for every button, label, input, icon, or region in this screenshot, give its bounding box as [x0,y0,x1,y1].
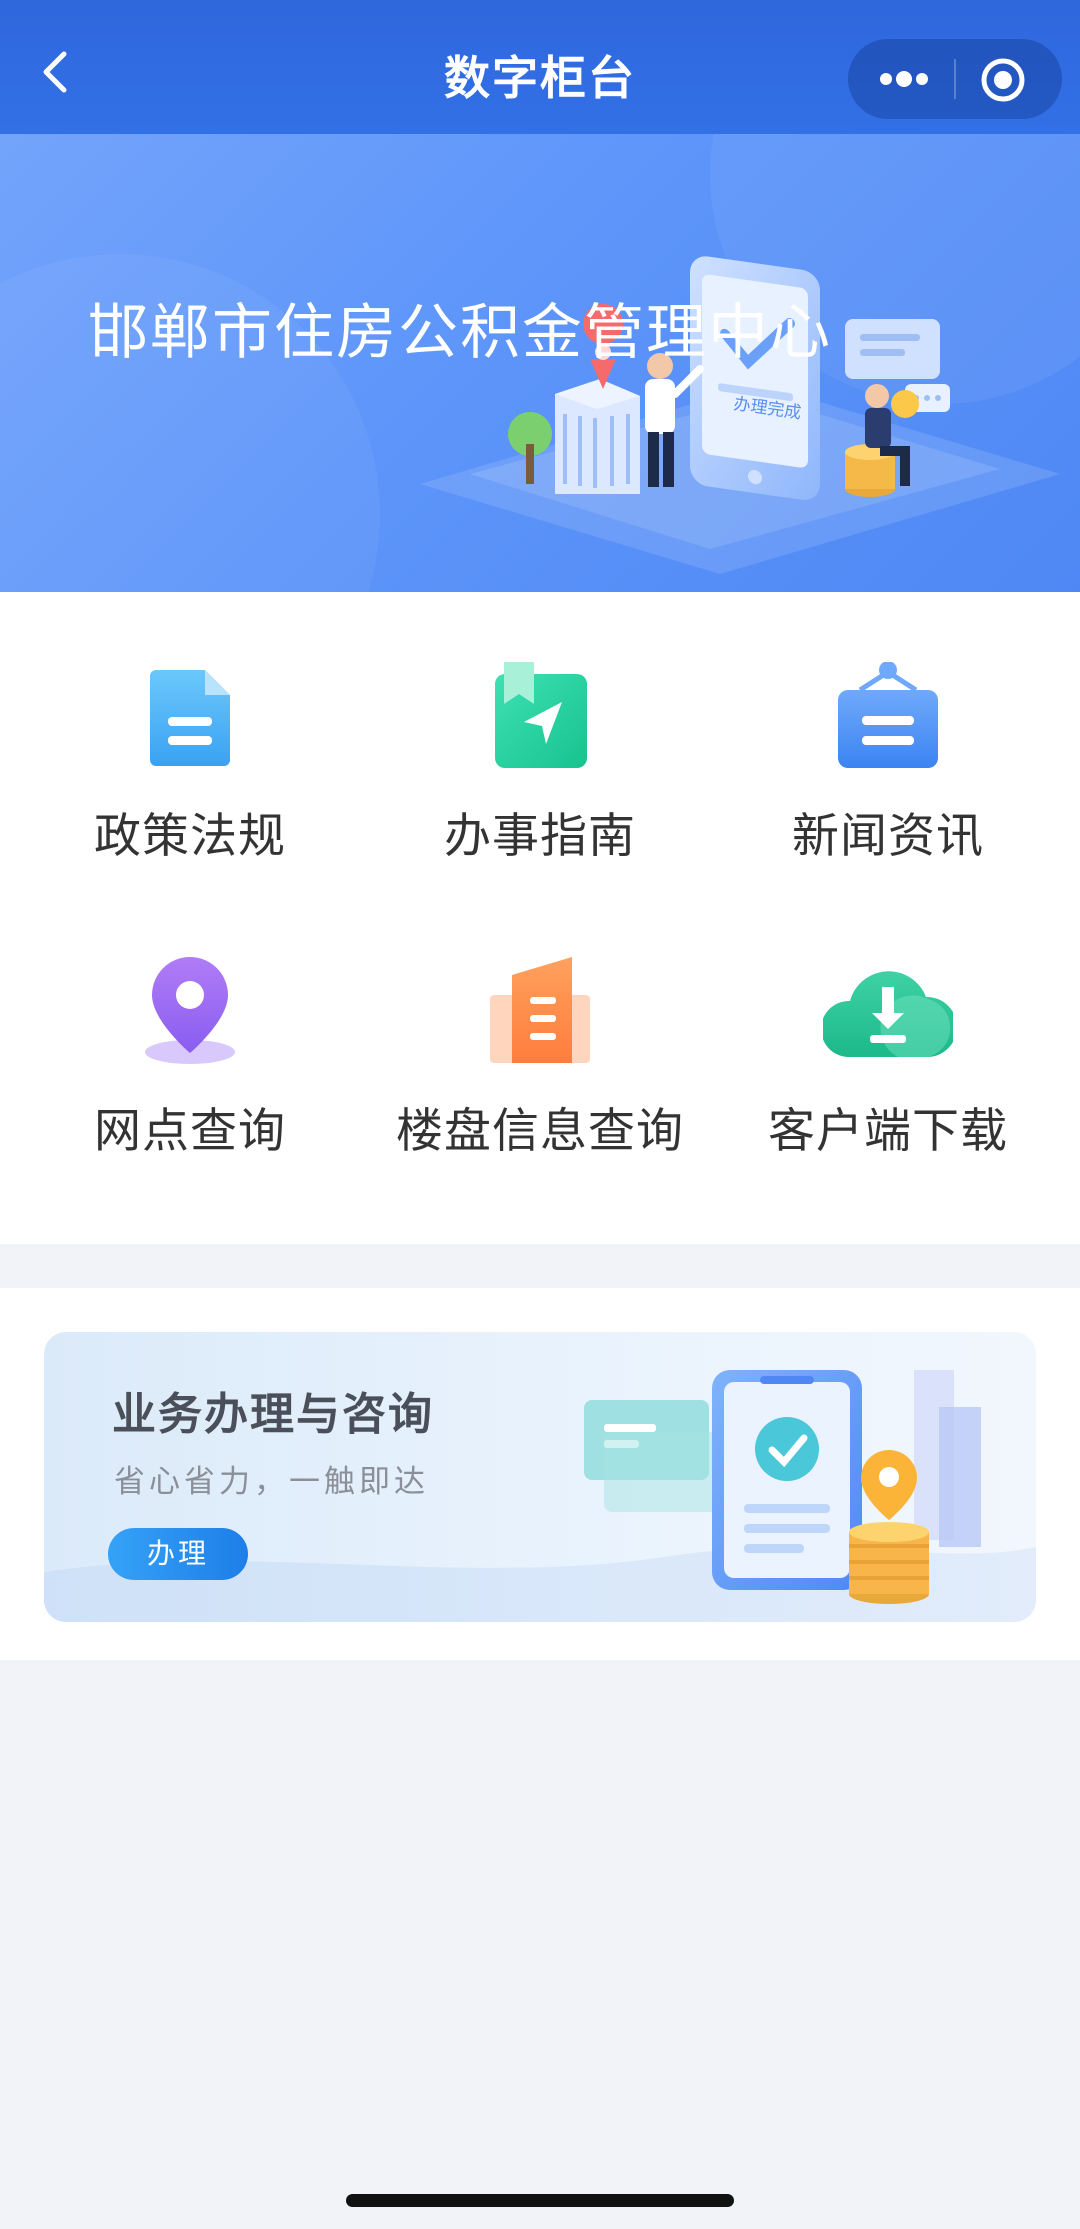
cloud-download-icon [823,971,953,1057]
service-menu: 政策法规 办事指南 新闻资讯 网点查询 楼盘信息查询 客户端下载 [0,592,1080,1244]
menu-item-label: 楼盘信息查询 [396,1104,684,1159]
menu-item-guide[interactable]: 办事指南 [370,662,710,912]
target-circle-icon [981,58,1025,102]
card-title: 业务办理与咨询 [112,1389,434,1440]
mini-program-capsule [848,39,1062,119]
handle-button[interactable]: 办理 [108,1528,248,1580]
menu-item-label: 办事指南 [444,809,636,864]
menu-item-label: 新闻资讯 [792,809,984,864]
document-icon [150,670,230,766]
business-card[interactable]: 业务办理与咨询 省心省力，一触即达 办理 [44,1332,1036,1622]
banner-title: 邯郸市住房公积金管理中心 [88,298,832,368]
menu-item-policy[interactable]: 政策法规 [20,662,360,912]
building-icon [490,957,590,1063]
close-mini-program-button[interactable] [978,55,1028,105]
menu-item-property-query[interactable]: 楼盘信息查询 [370,957,710,1207]
more-dots-icon [880,71,928,87]
home-indicator [346,2194,734,2207]
card-subtitle: 省心省力，一触即达 [114,1464,429,1500]
navigation-bar: 数字柜台 [0,0,1080,134]
more-button[interactable] [876,61,932,97]
menu-item-label: 客户端下载 [768,1104,1008,1159]
menu-item-news[interactable]: 新闻资讯 [718,662,1058,912]
menu-item-client-download[interactable]: 客户端下载 [718,957,1058,1207]
guide-navigation-icon [495,662,587,768]
capsule-divider [954,59,956,99]
banner: 办理完成 邯郸市住房公积金管理中心 [0,134,1080,592]
news-board-icon [838,662,938,768]
menu-item-label: 网点查询 [94,1104,286,1159]
menu-item-label: 政策法规 [94,809,286,864]
menu-item-branch-query[interactable]: 网点查询 [20,957,360,1207]
business-card-section: 业务办理与咨询 省心省力，一触即达 办理 [0,1288,1080,1660]
location-pin-icon [145,957,235,1064]
